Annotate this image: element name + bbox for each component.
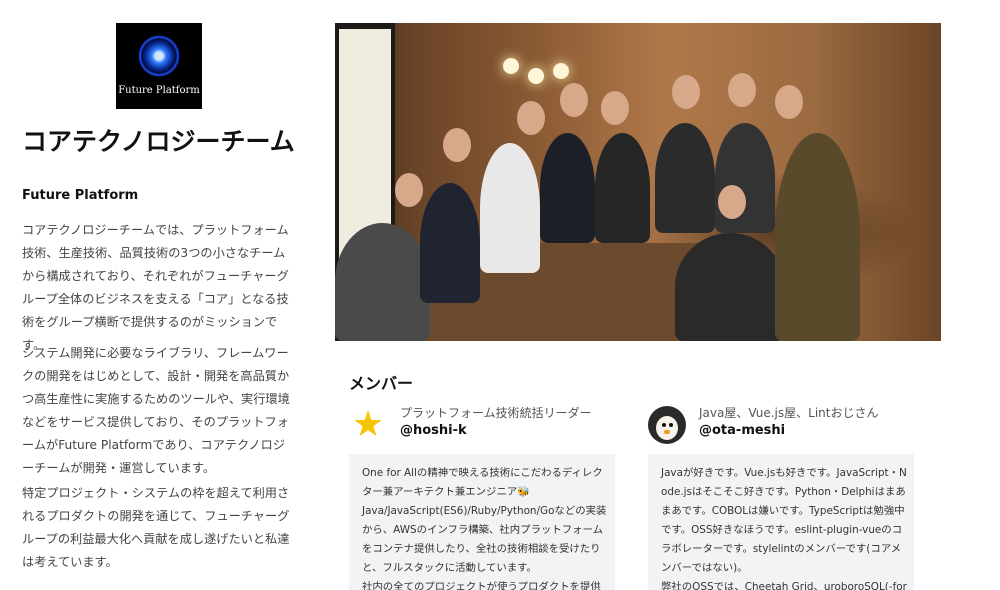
lamp-icon xyxy=(553,63,569,79)
photo-person xyxy=(595,133,650,243)
photo-head xyxy=(517,101,545,135)
photo-person xyxy=(335,223,430,341)
photo-person xyxy=(655,123,715,233)
intro-paragraph-2: システム開発に必要なライブラリ、フレームワークの開発をはじめとして、設計・開発を… xyxy=(22,346,290,475)
section-title: Future Platform xyxy=(22,188,139,203)
member-card-hoshi: ★ プラットフォーム技術統括リーダー @hoshi-k xyxy=(349,404,629,448)
member-role: Java屋、Vue.js屋、Lintおじさん xyxy=(699,406,879,420)
photo-person xyxy=(480,143,540,273)
logo-text: Future Platform xyxy=(118,85,200,96)
bio-line: 弊社のOSSでは、Cheetah Grid、uroboroSQL(-format… xyxy=(661,581,907,590)
bio-line: One for Allの精神で映える技術にこだわるディレクター兼アーキテクト兼エ… xyxy=(362,467,603,498)
photo-person xyxy=(675,233,785,341)
lamp-icon xyxy=(528,68,544,84)
member-bio: Javaが好きです。Vue.jsも好きです。JavaScript・Node.js… xyxy=(648,454,914,590)
member-role: プラットフォーム技術統括リーダー xyxy=(400,406,592,420)
lamp-icon xyxy=(503,58,519,74)
photo-person xyxy=(775,133,860,341)
photo-head xyxy=(395,173,423,207)
member-card-ota: Java屋、Vue.js屋、Lintおじさん @ota-meshi xyxy=(648,404,928,448)
team-photo xyxy=(335,23,941,341)
member-handle[interactable]: @hoshi-k xyxy=(400,423,467,438)
intro-paragraph-3: 特定プロジェクト・システムの枠を超えて利用されるプロダクトの開発を通じて、フュー… xyxy=(22,486,290,569)
photo-head xyxy=(443,128,471,162)
members-title: メンバー xyxy=(349,374,414,393)
bio-line: 社内の全てのプロジェクトが使うプロダクトを提供す xyxy=(362,581,601,590)
photo-person xyxy=(420,183,480,303)
photo-head xyxy=(560,83,588,117)
photo-person xyxy=(540,133,595,243)
photo-head xyxy=(718,185,746,219)
photo-head xyxy=(775,85,803,119)
member-bio: One for Allの精神で映える技術にこだわるディレクター兼アーキテクト兼エ… xyxy=(349,454,615,590)
team-title: コアテクノロジーチーム xyxy=(22,127,295,156)
photo-head xyxy=(672,75,700,109)
photo-head xyxy=(728,73,756,107)
logo-ring-icon xyxy=(138,35,180,77)
future-platform-logo: Future Platform xyxy=(116,23,202,109)
star-icon: ★ xyxy=(351,404,385,445)
penguin-icon xyxy=(648,406,686,444)
bio-line: Java/JavaScript(ES6)/Ruby/Python/Goなどの実装… xyxy=(362,505,607,574)
photo-head xyxy=(601,91,629,125)
bio-line: Javaが好きです。Vue.jsも好きです。JavaScript・Node.js… xyxy=(661,467,907,574)
member-handle[interactable]: @ota-meshi xyxy=(699,423,785,438)
intro-paragraph-1: コアテクノロジーチームでは、プラットフォーム技術、生産技術、品質技術の3つの小さ… xyxy=(22,223,289,352)
